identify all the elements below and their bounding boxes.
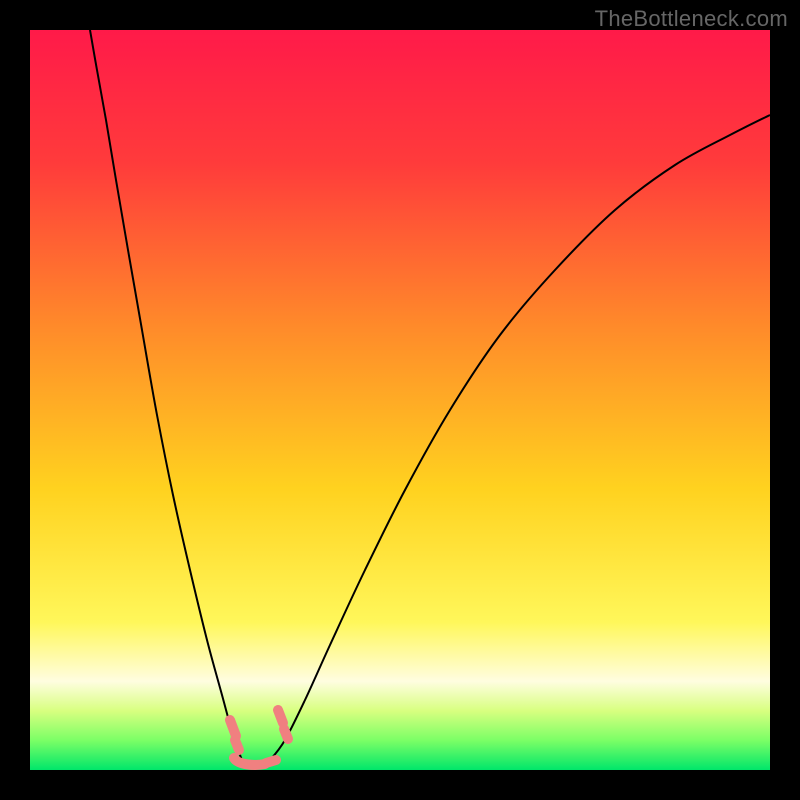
watermark-text: TheBottleneck.com xyxy=(595,6,788,32)
valley-marker-1 xyxy=(235,740,239,750)
valley-marker-2 xyxy=(234,758,265,765)
curve-layer xyxy=(30,30,770,770)
chart-frame: TheBottleneck.com xyxy=(0,0,800,800)
plot-area xyxy=(30,30,770,770)
curve-right-branch xyxy=(260,115,770,768)
valley-marker-4 xyxy=(278,710,283,723)
curve-left-branch xyxy=(90,30,246,768)
valley-marker-5 xyxy=(284,729,288,739)
valley-marker-3 xyxy=(266,760,276,763)
valley-marker-0 xyxy=(230,720,236,736)
